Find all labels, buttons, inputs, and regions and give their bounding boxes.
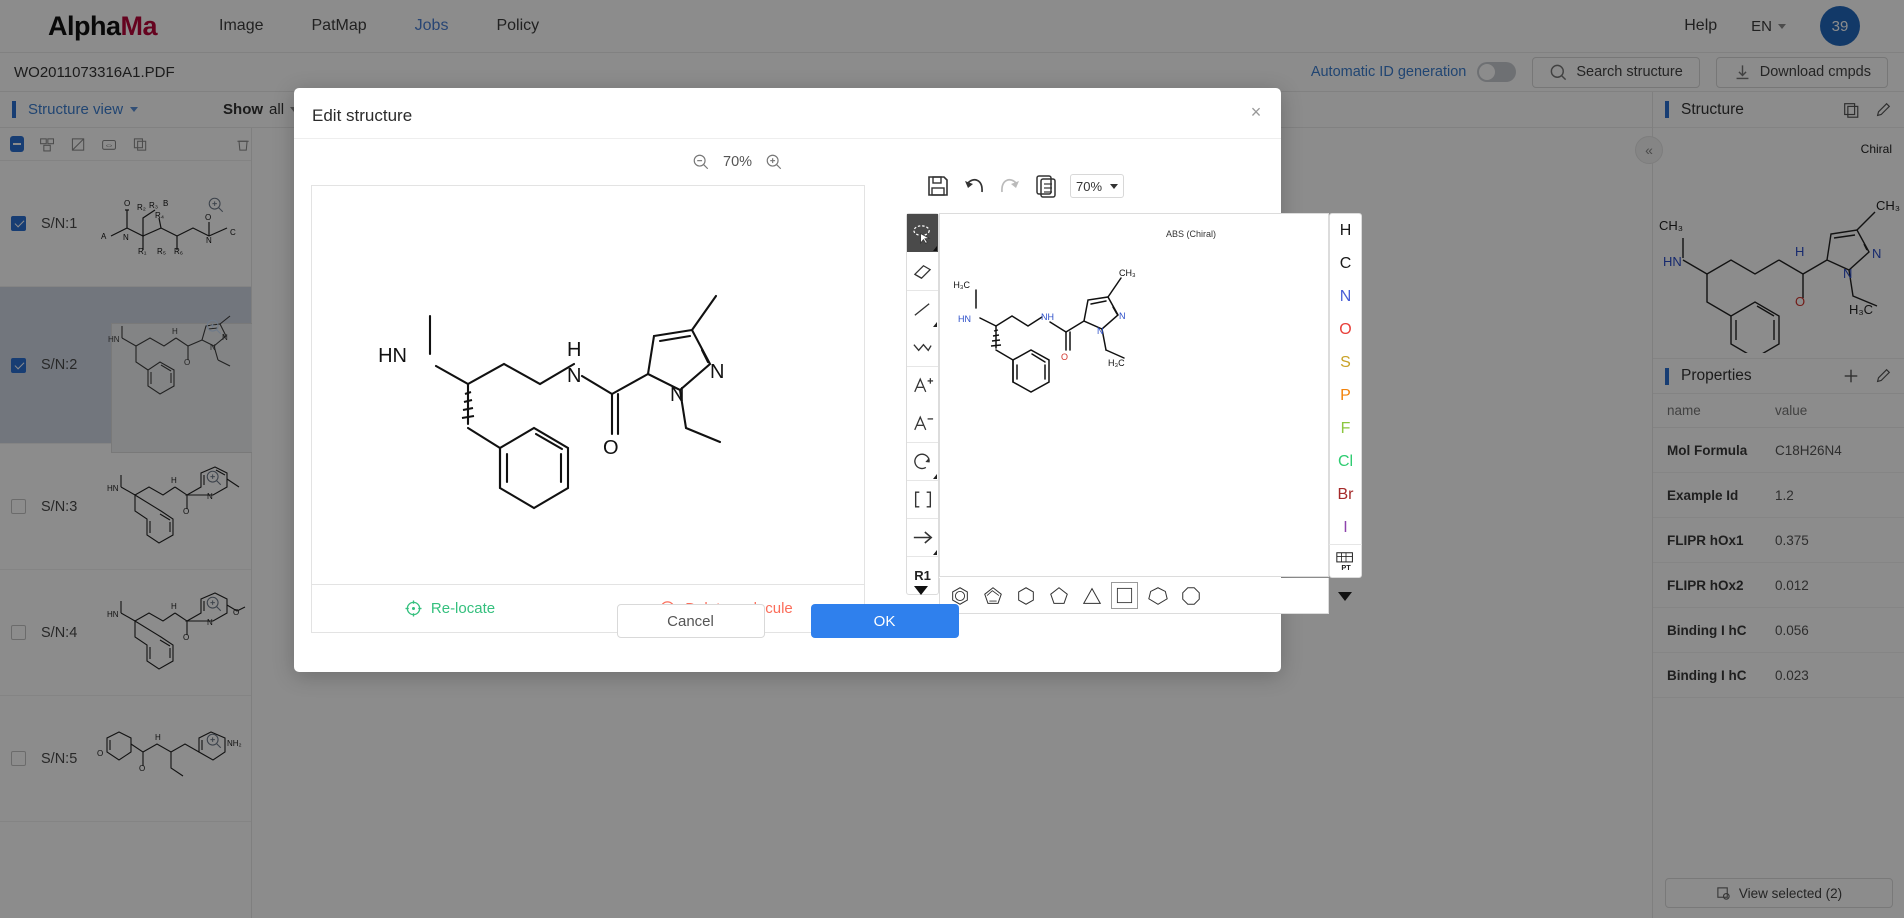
arrow-right-icon: [913, 531, 932, 544]
divider: [294, 138, 1281, 139]
zoom-in-icon[interactable]: [205, 318, 223, 336]
rotate-icon: [914, 453, 930, 470]
svg-text:CH₃: CH₃: [1119, 268, 1136, 278]
rotate-tool[interactable]: [907, 442, 938, 480]
svg-text:N: N: [1097, 326, 1104, 336]
svg-text:H₃C: H₃C: [953, 280, 970, 290]
close-icon[interactable]: ×: [1247, 103, 1265, 122]
cyclobutane-ring-icon: [1116, 587, 1133, 604]
atom-button-i[interactable]: I: [1329, 511, 1362, 544]
bracket-tool[interactable]: [907, 480, 938, 518]
charge-plus-tool[interactable]: [907, 366, 938, 404]
svg-text:N: N: [567, 365, 581, 387]
svg-text:PT: PT: [1341, 563, 1351, 572]
canvas-chirality-label: ABS (Chiral): [1166, 229, 1217, 239]
svg-text:N: N: [1119, 311, 1126, 321]
periodic-table-button[interactable]: PT: [1329, 544, 1362, 577]
atom-button-cl[interactable]: Cl: [1329, 445, 1362, 478]
atom-button-s[interactable]: S: [1329, 346, 1362, 379]
save-icon[interactable]: [926, 174, 950, 198]
svg-text:O: O: [1061, 352, 1068, 362]
atom-button-o[interactable]: O: [1329, 313, 1362, 346]
r-group-label: R1: [914, 568, 931, 583]
atom-button-f[interactable]: F: [1329, 412, 1362, 445]
svg-text:NH: NH: [1041, 312, 1054, 322]
structure-preview-canvas[interactable]: HN H N O N N: [311, 185, 865, 585]
svg-text:O: O: [603, 437, 619, 459]
svg-text:H: H: [172, 327, 178, 336]
editor-zoom-select[interactable]: 70%: [1070, 174, 1124, 198]
edit-structure-dialog: Edit structure × 70% HN H N O N N Re-loc…: [294, 88, 1362, 672]
submenu-indicator: [933, 474, 937, 479]
atom-charge-plus-icon: [913, 377, 933, 393]
lasso-select-icon: [913, 224, 931, 244]
submenu-indicator: [933, 322, 937, 327]
submenu-indicator: [933, 246, 937, 251]
svg-text:H: H: [567, 339, 581, 361]
atom-charge-minus-icon: [913, 414, 933, 430]
submenu-indicator: [933, 550, 937, 555]
dialog-footer: Cancel OK: [294, 604, 1281, 638]
eraser-tool[interactable]: [907, 252, 938, 290]
editor-zoom-value: 70%: [1075, 178, 1103, 194]
svg-text:HN: HN: [108, 335, 120, 344]
single-bond-tool[interactable]: [907, 290, 938, 328]
atom-button-n[interactable]: N: [1329, 280, 1362, 313]
atom-button-c[interactable]: C: [1329, 247, 1362, 280]
redo-icon[interactable]: [998, 174, 1022, 198]
svg-text:HN: HN: [378, 345, 407, 367]
compound-structure-2: HNHONN: [108, 315, 231, 395]
tool-palette-expand-icon[interactable]: [914, 586, 928, 595]
lasso-select-tool[interactable]: [907, 214, 938, 252]
atom-button-p[interactable]: P: [1329, 379, 1362, 412]
editor-toolbar: 70%: [926, 174, 1124, 198]
editor-tool-palette: R1: [906, 213, 939, 595]
zoom-in-icon[interactable]: [765, 153, 783, 171]
chevron-down-icon: [1110, 183, 1119, 189]
bracket-icon: [914, 491, 931, 508]
svg-text:H₃C: H₃C: [1108, 358, 1125, 368]
preview-zoom-controls: 70%: [692, 153, 783, 171]
svg-text:N: N: [710, 361, 724, 383]
svg-text:N: N: [670, 384, 684, 406]
svg-text:N: N: [210, 343, 216, 352]
cancel-button[interactable]: Cancel: [616, 604, 765, 638]
atom-button-br[interactable]: Br: [1329, 478, 1362, 511]
zoom-out-icon[interactable]: [692, 153, 710, 171]
zoom-level-label: 70%: [723, 154, 753, 170]
ok-button[interactable]: OK: [810, 604, 959, 638]
dialog-title: Edit structure: [312, 106, 413, 125]
canvas-structure-diagram: H₃C HN NH O N N CH₃ H₃C: [953, 268, 1136, 393]
periodic-table-icon: PT: [1335, 552, 1353, 572]
chain-tool[interactable]: [907, 328, 938, 366]
eraser-icon: [913, 264, 932, 279]
chemical-structure-editor: 70% R1 ABS (Chiral) H₃C HN NH O N N CH₃ …: [906, 174, 1362, 614]
atom-button-h[interactable]: H: [1329, 214, 1362, 247]
application-root: AlphaMa Image PatMap Jobs Policy Help EN…: [0, 0, 1904, 918]
template-list-icon[interactable]: [1034, 174, 1058, 198]
arrow-tool[interactable]: [907, 518, 938, 556]
main-structure-diagram: HN H N O N N: [378, 294, 724, 510]
charge-minus-tool[interactable]: [907, 404, 938, 442]
single-bond-icon: [914, 303, 930, 316]
chain-icon: [913, 343, 932, 352]
svg-text:HN: HN: [958, 314, 971, 324]
atom-palette-expand-icon[interactable]: [1338, 592, 1352, 601]
structure-thumbnail[interactable]: HN H O N N: [93, 310, 261, 453]
undo-icon[interactable]: [962, 174, 986, 198]
svg-text:O: O: [184, 358, 190, 367]
structure-drawing-canvas[interactable]: ABS (Chiral) H₃C HN NH O N N CH₃ H₃C: [939, 213, 1329, 577]
atom-palette: H C N O S P F Cl Br I PT: [1329, 213, 1362, 578]
